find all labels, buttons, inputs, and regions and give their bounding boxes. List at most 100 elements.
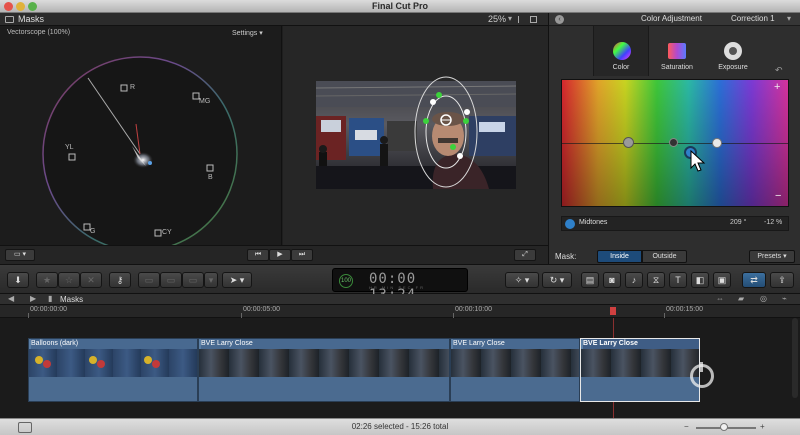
- board-minus-label: −: [775, 190, 782, 202]
- photos-button[interactable]: ◙: [603, 272, 621, 288]
- select-tool-menu[interactable]: ➤ ▾: [222, 272, 252, 288]
- project-icon: [5, 16, 14, 23]
- viewer-controls: ▭ ▾ ⏮ ▶ ⏭ ⤢: [0, 245, 548, 264]
- forward-arrow-icon[interactable]: ▶: [30, 294, 36, 303]
- append-button[interactable]: ▭: [182, 272, 204, 288]
- tab-exposure[interactable]: Exposure: [705, 26, 761, 76]
- skimming-icon[interactable]: ▰: [738, 294, 744, 303]
- dashboard-timecode[interactable]: 100 00:00 13:24 HR MIN SEC FR: [332, 268, 468, 303]
- clip-thumbnails: [581, 349, 699, 377]
- color-inspector: ‹ Color Adjustment Correction 1 ▾ Color: [548, 13, 800, 264]
- retime-menu[interactable]: ↻ ▾: [542, 272, 572, 288]
- readout-label: Midtones: [579, 219, 608, 226]
- power-icon: [690, 362, 714, 388]
- mask-outside-button[interactable]: Outside: [642, 250, 687, 263]
- overwrite-button[interactable]: ▾: [204, 272, 218, 288]
- ruler-label: 00:00:10:00: [455, 306, 492, 313]
- titles-button[interactable]: T: [669, 272, 687, 288]
- zoom-out-icon[interactable]: −: [684, 422, 689, 431]
- timeline-clip-selected[interactable]: BVE Larry Close: [580, 338, 700, 402]
- presets-label: Presets: [757, 253, 782, 260]
- vectorscope-panel: Vectorscope (100%) Settings ▾ R MG B CY …: [0, 26, 282, 245]
- mask-label: Mask:: [555, 252, 577, 261]
- previous-edit-button[interactable]: ⏮: [247, 249, 269, 261]
- tab-saturation[interactable]: Saturation: [649, 26, 705, 76]
- color-board[interactable]: + −: [561, 79, 789, 207]
- highlights-puck[interactable]: [712, 138, 722, 148]
- key-icon[interactable]: ⚷: [109, 272, 131, 288]
- view-options-icon[interactable]: [530, 16, 537, 23]
- tab-color[interactable]: Color: [593, 26, 649, 76]
- solo-icon[interactable]: ◎: [760, 294, 767, 303]
- timeline-scrollbar[interactable]: [792, 318, 798, 398]
- effects-button[interactable]: ⇄: [742, 272, 766, 288]
- zoom-slider-knob[interactable]: [720, 423, 728, 431]
- insert-button[interactable]: ▭: [160, 272, 182, 288]
- tab-color-label: Color: [612, 64, 630, 71]
- clip-audio: [451, 377, 579, 401]
- tab-saturation-label: Saturation: [661, 64, 693, 71]
- view-layout-menu[interactable]: ▭ ▾: [5, 249, 35, 261]
- music-button[interactable]: ♪: [625, 272, 643, 288]
- video-frame[interactable]: [283, 26, 548, 245]
- chevron-down-icon[interactable]: ▾: [508, 14, 512, 23]
- keyword-button[interactable]: ★: [36, 272, 58, 288]
- clip-label: BVE Larry Close: [453, 339, 579, 349]
- snapping-icon[interactable]: ⇔: [716, 294, 724, 303]
- generators-button[interactable]: ◧: [691, 272, 709, 288]
- import-button[interactable]: ⬇: [7, 272, 29, 288]
- presets-menu[interactable]: Presets ▾: [749, 250, 795, 263]
- clip-audio: [581, 377, 699, 401]
- back-arrow-icon[interactable]: ◀: [8, 294, 14, 303]
- chevron-down-icon[interactable]: ▾: [787, 14, 791, 23]
- balloon-thumbnail: [152, 360, 160, 368]
- play-button[interactable]: ▶: [269, 249, 291, 261]
- title-bar: Final Cut Pro: [0, 0, 800, 13]
- clip-label: BVE Larry Close: [583, 339, 699, 349]
- shadows-puck[interactable]: [669, 138, 678, 147]
- status-bar: 02:26 selected - 15:26 total − +: [0, 418, 800, 435]
- timeline-ruler[interactable]: 00:00:00:00 00:00:05:00 00:00:10:00 00:0…: [0, 305, 800, 318]
- reset-icon[interactable]: ↶: [775, 65, 783, 76]
- playhead-marker[interactable]: [610, 307, 616, 315]
- timeline-clip[interactable]: BVE Larry Close: [450, 338, 580, 402]
- clip-label: BVE Larry Close: [201, 339, 449, 349]
- favorite-button[interactable]: ☆: [58, 272, 80, 288]
- clip-audio: [29, 377, 197, 401]
- balloon-thumbnail: [97, 360, 105, 368]
- target-label-mg: MG: [199, 98, 211, 105]
- status-text: 02:26 selected - 15:26 total: [351, 422, 449, 431]
- back-arrow-icon[interactable]: ‹: [555, 15, 564, 24]
- mask-inside-button[interactable]: Inside: [597, 250, 642, 263]
- divider-icon: [518, 16, 519, 23]
- readout-percent[interactable]: -12 %: [764, 219, 782, 226]
- target-label-yl: YL: [65, 144, 74, 151]
- next-edit-button[interactable]: ⏭: [291, 249, 313, 261]
- fullscreen-button[interactable]: ⤢: [514, 249, 536, 261]
- clip-thumbnails: [29, 349, 197, 377]
- share-button[interactable]: ⇪: [770, 272, 794, 288]
- timeline-area[interactable]: Balloons (dark) BVE Larry Close BVE Larr…: [0, 318, 800, 418]
- app-title: Final Cut Pro: [372, 1, 428, 11]
- connect-button[interactable]: ▭: [138, 272, 160, 288]
- timeline-clip[interactable]: BVE Larry Close: [198, 338, 450, 402]
- readout-angle[interactable]: 209 °: [730, 219, 746, 226]
- viewer-zoom-menu[interactable]: 25%: [488, 14, 506, 24]
- reject-button[interactable]: ✕: [80, 272, 102, 288]
- global-puck[interactable]: [623, 137, 634, 148]
- timeline-clip[interactable]: Balloons (dark): [28, 338, 198, 402]
- enhancements-menu[interactable]: ✧ ▾: [505, 272, 539, 288]
- vectorscope-graph: [42, 56, 238, 245]
- zoom-in-icon[interactable]: +: [760, 422, 765, 431]
- board-plus-label: +: [774, 81, 781, 93]
- transitions-button[interactable]: ⧖: [647, 272, 665, 288]
- timecode-labels: HR MIN SEC FR: [369, 285, 425, 290]
- inspector-button[interactable]: ▤: [581, 272, 599, 288]
- audio-skimming-icon[interactable]: ⌁: [782, 294, 787, 303]
- themes-button[interactable]: ▣: [713, 272, 731, 288]
- correction-menu[interactable]: Correction 1: [731, 14, 775, 23]
- ruler-label: 00:00:15:00: [666, 306, 703, 313]
- balloon-thumbnail: [35, 356, 43, 364]
- balloon-thumbnail: [144, 356, 152, 364]
- clip-thumbnails: [199, 349, 449, 377]
